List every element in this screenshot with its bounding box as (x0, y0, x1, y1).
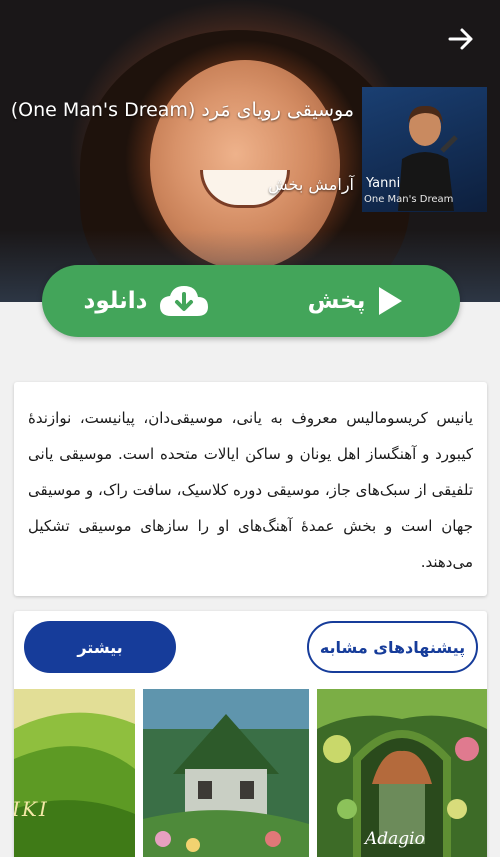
cottage-artwork (143, 689, 309, 857)
download-button[interactable]: دانلود (42, 265, 251, 337)
play-label: پخش (307, 288, 366, 314)
album-cover: Yanni One Man's Dream (362, 87, 487, 212)
cloud-download-icon (160, 286, 209, 316)
similar-thumbnail-adagio[interactable]: Adagio (317, 689, 487, 857)
track-title: موسیقی رویای مَرد (One Man's Dream) (10, 99, 354, 121)
similar-title-button[interactable]: پیشنهادهای مشابه (307, 621, 478, 673)
action-bar: پخش دانلود (42, 265, 460, 337)
play-icon (379, 287, 403, 315)
more-button[interactable]: بیشتر (24, 621, 176, 673)
hills-artwork (14, 689, 135, 857)
artist-description: یانیس کریسومالیس معروف به یانی، موسیقی‌د… (28, 409, 473, 571)
similar-thumbnail-cottage[interactable] (143, 689, 309, 857)
thumbnail-caption: Adagio (365, 829, 425, 849)
similar-thumbnail-hills[interactable]: IKI (14, 689, 135, 857)
album-artist-label: Yanni (366, 176, 401, 191)
description-card: یانیس کریسومالیس معروف به یانی، موسیقی‌د… (14, 382, 487, 596)
similar-section: پیشنهادهای مشابه بیشتر Adagio IKI (14, 611, 487, 857)
play-button[interactable]: پخش (251, 265, 460, 337)
download-label: دانلود (83, 288, 148, 314)
thumbnail-caption: IKI (14, 797, 49, 821)
arrow-right-icon[interactable] (446, 24, 476, 54)
album-name-label: One Man's Dream (364, 194, 454, 205)
track-genre: آرامش بخش (268, 175, 354, 194)
